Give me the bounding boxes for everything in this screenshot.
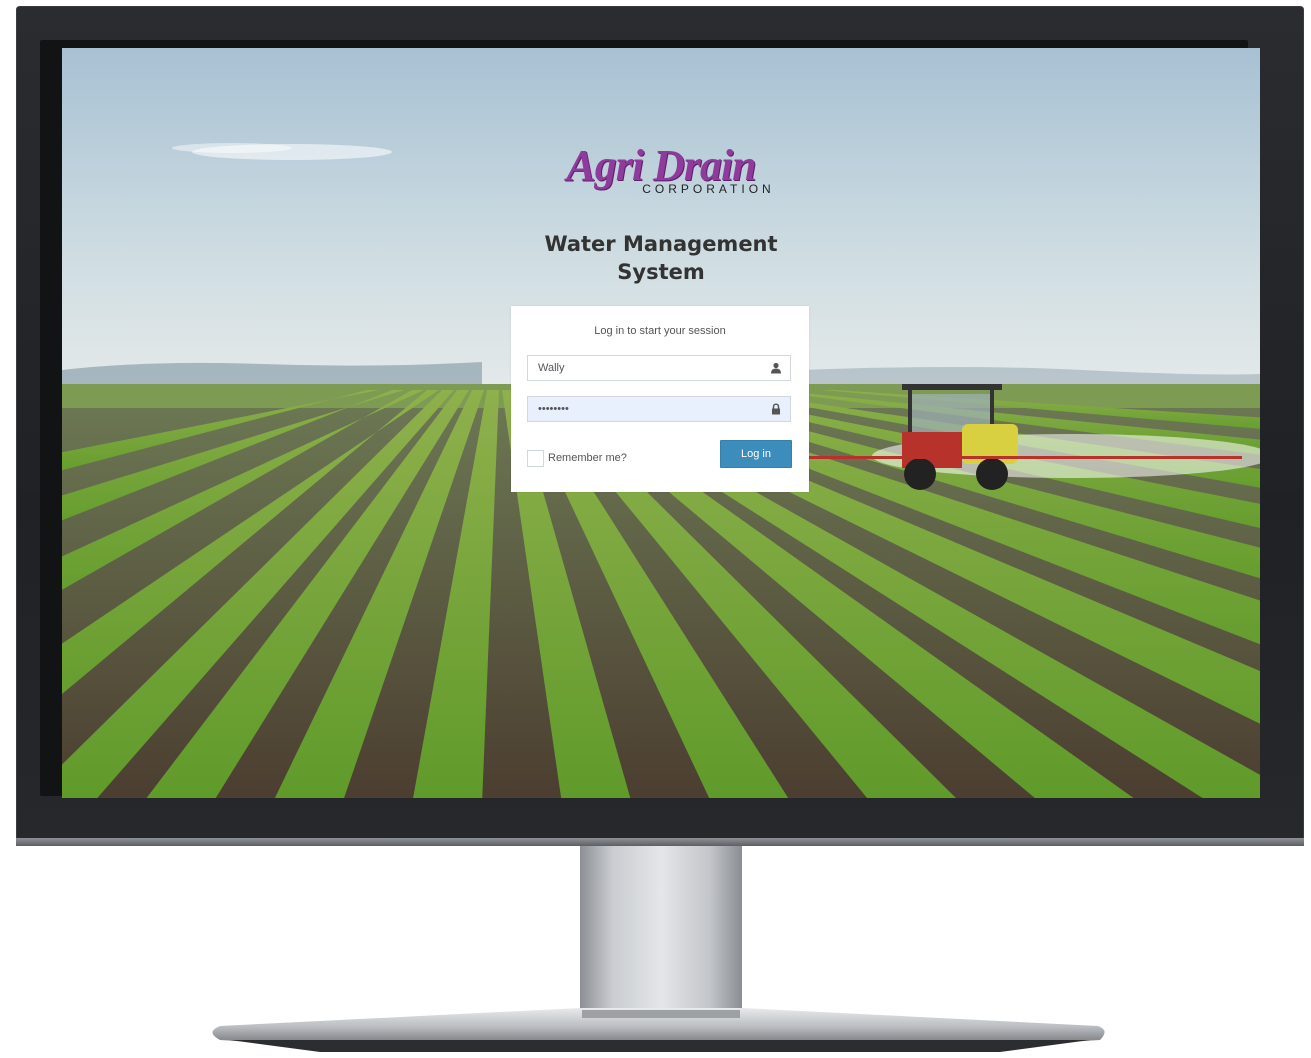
login-button[interactable]: Log in bbox=[720, 440, 792, 468]
username-value: Wally bbox=[538, 362, 565, 374]
page-title-line2: System bbox=[617, 260, 705, 284]
user-icon bbox=[771, 362, 781, 374]
lock-icon bbox=[772, 403, 780, 415]
password-value: •••••••• bbox=[538, 403, 569, 415]
monitor-chin bbox=[16, 838, 1304, 846]
remember-me-checkbox[interactable] bbox=[527, 449, 544, 467]
screen: Agri Drain CORPORATION Water Management … bbox=[62, 48, 1260, 798]
remember-me[interactable]: Remember me? bbox=[527, 449, 627, 467]
login-message: Log in to start your session bbox=[594, 325, 726, 337]
logo-subtitle: CORPORATION bbox=[642, 182, 775, 196]
login-box: Log in to start your session Wally •••••… bbox=[511, 306, 809, 492]
username-field[interactable]: Wally bbox=[527, 355, 791, 381]
page-title: Water Management System bbox=[62, 230, 1260, 286]
page-title-line1: Water Management bbox=[544, 232, 778, 256]
agri-drain-logo: Agri Drain CORPORATION bbox=[62, 144, 1260, 197]
password-field[interactable]: •••••••• bbox=[527, 396, 791, 422]
remember-me-label: Remember me? bbox=[548, 452, 627, 464]
